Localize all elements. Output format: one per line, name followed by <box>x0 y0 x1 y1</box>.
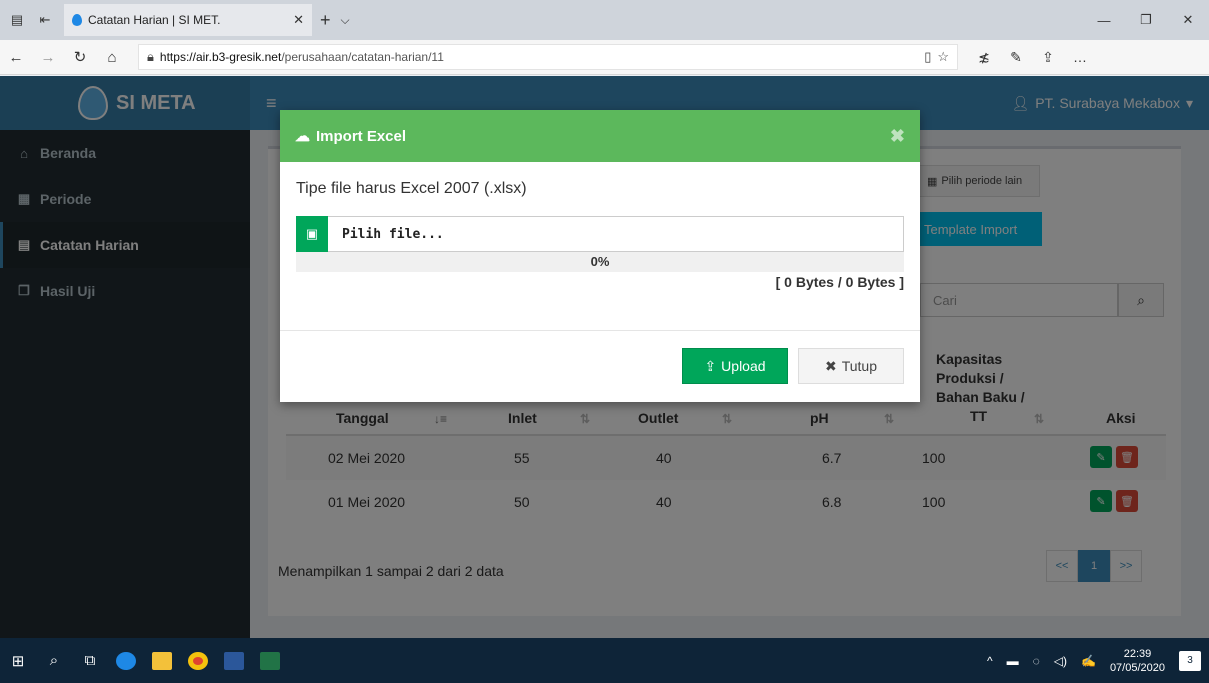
upload-icon: ⇪ <box>704 357 717 374</box>
window-close-icon[interactable]: ✕ <box>1167 0 1209 40</box>
clock[interactable]: 22:39 07/05/2020 <box>1110 647 1165 675</box>
reading-view-icon[interactable]: ▯ <box>924 49 931 65</box>
windows-taskbar: ⊞ ⌕ ⧉ ^ ▬ ◌ ◁) ✍ 22:39 07/05/2020 3 <box>0 638 1209 683</box>
battery-icon[interactable]: ▬ <box>1007 654 1019 668</box>
edge-icon[interactable] <box>108 638 144 683</box>
modal-close-icon[interactable]: ✖ <box>890 126 905 147</box>
favorites-icon[interactable]: ≴ <box>968 40 1000 75</box>
url-path: /perusahaan/catatan-harian/11 <box>281 50 444 64</box>
home-icon[interactable]: ⌂ <box>96 40 128 75</box>
refresh-icon[interactable]: ↻ <box>64 40 96 75</box>
excel-icon[interactable] <box>252 638 288 683</box>
file-picker-label: Pilih file... <box>342 226 444 242</box>
tab-close-icon[interactable]: ✕ <box>293 12 304 28</box>
import-excel-modal: ☁ Import Excel ✖ Tipe file harus Excel 2… <box>280 110 920 402</box>
back-icon[interactable]: ← <box>0 40 32 75</box>
favorite-star-icon[interactable]: ☆ <box>937 49 949 65</box>
tab-actions-icon[interactable]: ▤ <box>6 9 28 31</box>
search-icon[interactable]: ⌕ <box>36 638 72 683</box>
word-icon[interactable] <box>216 638 252 683</box>
upload-progress-bar: 0% <box>296 252 904 272</box>
share-icon[interactable]: ⇪ <box>1032 40 1064 75</box>
browser-tools: ≴ ✎ ⇪ … <box>968 40 1096 75</box>
file-picker[interactable]: ▣ Pilih file... <box>296 216 904 252</box>
browser-tabbar: ▤ ⇤ Catatan Harian | SI MET. ✕ + ⌵ — ❐ ✕ <box>0 0 1209 40</box>
upload-label: Upload <box>721 358 766 374</box>
tutup-label: Tutup <box>841 358 877 374</box>
start-icon[interactable]: ⊞ <box>0 638 36 683</box>
file-explorer-icon[interactable] <box>144 638 180 683</box>
pen-workspace-icon[interactable]: ✍ <box>1081 654 1096 668</box>
tutup-button[interactable]: ✖ Tutup <box>798 348 904 384</box>
url-text: https://air.b3-gresik.net/perusahaan/cat… <box>160 50 918 64</box>
file-type-note: Tipe file harus Excel 2007 (.xlsx) <box>296 180 527 197</box>
url-field[interactable]: 🔒︎ https://air.b3-gresik.net/perusahaan/… <box>138 44 958 70</box>
forward-icon[interactable]: → <box>32 40 64 75</box>
url-host: https://air.b3-gresik.net <box>159 50 282 64</box>
minimize-icon[interactable]: — <box>1083 0 1125 40</box>
tray-chevron-icon[interactable]: ^ <box>987 654 993 668</box>
site-favicon-icon <box>72 14 82 26</box>
system-tray: ^ ▬ ◌ ◁) ✍ 22:39 07/05/2020 3 <box>987 647 1209 675</box>
modal-header: ☁ Import Excel ✖ <box>280 110 920 162</box>
upload-button[interactable]: ⇪ Upload <box>682 348 788 384</box>
volume-icon[interactable]: ◁) <box>1054 654 1067 668</box>
restore-icon[interactable]: ❐ <box>1125 0 1167 40</box>
excel-file-icon[interactable]: ▣ <box>296 216 328 252</box>
new-tab-icon[interactable]: + <box>320 10 331 31</box>
modal-body: Tipe file harus Excel 2007 (.xlsx) ▣ Pil… <box>280 162 920 331</box>
lock-icon: 🔒︎ <box>147 49 154 64</box>
modal-footer: ⇪ Upload ✖ Tutup <box>280 331 920 401</box>
clock-date: 07/05/2020 <box>1109 661 1165 674</box>
wifi-icon[interactable]: ◌ <box>1033 654 1040 668</box>
window-controls: — ❐ ✕ <box>1083 0 1209 40</box>
clock-time: 22:39 <box>1123 647 1152 660</box>
tab-preview-chevron-icon[interactable]: ⌵ <box>341 13 350 28</box>
close-x-icon: ✖ <box>824 357 837 374</box>
chrome-icon[interactable] <box>180 638 216 683</box>
progress-bytes: [ 0 Bytes / 0 Bytes ] <box>775 274 904 290</box>
set-tabs-aside-icon[interactable]: ⇤ <box>34 9 56 31</box>
modal-title: Import Excel <box>316 127 407 145</box>
pen-icon[interactable]: ✎ <box>1000 40 1032 75</box>
browser-tab[interactable]: Catatan Harian | SI MET. ✕ <box>64 4 312 36</box>
progress-percent: 0% <box>590 254 610 269</box>
tab-title: Catatan Harian | SI MET. <box>88 13 221 27</box>
notification-icon[interactable]: 3 <box>1179 650 1201 671</box>
more-icon[interactable]: … <box>1064 40 1096 75</box>
address-bar-row: ← → ↻ ⌂ 🔒︎ https://air.b3-gresik.net/per… <box>0 40 1209 75</box>
task-view-icon[interactable]: ⧉ <box>72 638 108 683</box>
cloud-upload-icon: ☁ <box>295 128 310 145</box>
